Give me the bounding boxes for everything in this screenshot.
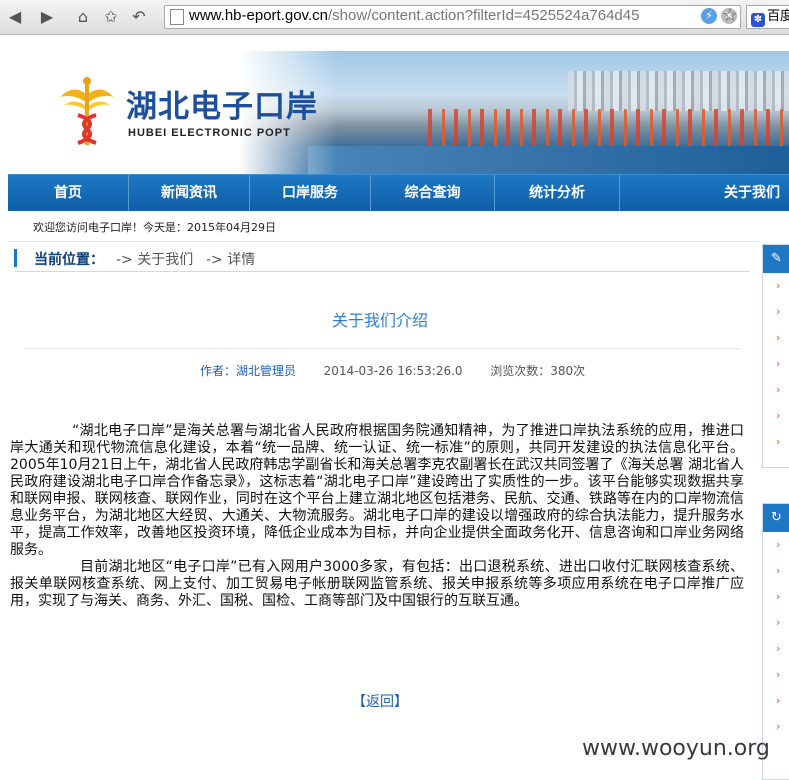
arrow-icon[interactable]: ›: [763, 688, 789, 714]
article-title: 关于我们介绍: [331, 311, 428, 330]
back-link[interactable]: 【返回】: [0, 691, 760, 711]
article-meta: 作者：湖北管理员 2014-03-26 16:53:26.0 浏览次数：380次: [200, 362, 585, 379]
main-nav: 首页 新闻资讯 口岸服务 综合查询 统计分析 关于我们: [8, 174, 789, 211]
home-icon[interactable]: ⌂: [72, 6, 94, 28]
banner-city-skyline: [568, 71, 789, 111]
article-body: “湖北电子口岸”是海关总署与湖北省人民政府根据国务院通知精神，为了推进口岸执法系…: [10, 423, 744, 610]
breadcrumb: 当前位置： -> 关于我们 -> 详情: [14, 247, 750, 272]
arrow-icon[interactable]: ›: [763, 558, 789, 584]
arrow-icon[interactable]: ›: [763, 273, 789, 299]
arrow-icon[interactable]: ›: [763, 610, 789, 636]
nav-item-about[interactable]: 关于我们: [620, 175, 789, 211]
welcome-text: 欢迎您访问电子口岸！今天是：2015年04月29日: [33, 221, 276, 234]
arrow-icon[interactable]: ›: [763, 351, 789, 377]
browser-toolbar: ◀ ▶ ⌂ ✩ ↶ www.hb-eport.gov.cn/show/conte…: [0, 0, 789, 35]
site-title-cn: 湖北电子口岸: [126, 89, 318, 125]
bookmark-star-icon[interactable]: ☆: [722, 5, 738, 26]
page-icon: [170, 9, 184, 25]
nav-item-news[interactable]: 新闻资讯: [129, 175, 250, 211]
back-icon[interactable]: ◀: [4, 6, 26, 28]
undo-icon[interactable]: ↶: [128, 6, 150, 28]
article-paragraph: “湖北电子口岸”是海关总署与湖北省人民政府根据国务院通知精神，为了推进口岸执法系…: [10, 423, 744, 558]
nav-item-home[interactable]: 首页: [8, 175, 129, 211]
arrow-icon[interactable]: ›: [763, 532, 789, 558]
article-views: 浏览次数：380次: [490, 364, 586, 378]
article-date: 2014-03-26 16:53:26.0: [323, 364, 463, 378]
divider: [8, 241, 760, 242]
title-divider: [24, 348, 740, 349]
arrow-icon[interactable]: ›: [763, 636, 789, 662]
site-title-en: HUBEI ELECTRONIC POPT: [128, 127, 291, 139]
arrow-icon[interactable]: ›: [763, 403, 789, 429]
address-url[interactable]: www.hb-eport.gov.cn/show/content.action?…: [189, 7, 639, 24]
article-paragraph: 目前湖北地区“电子口岸”已有入网用户3000多家，有包括：出口退税系统、进出口收…: [10, 559, 744, 609]
nav-item-port-services[interactable]: 口岸服务: [250, 175, 371, 211]
baidu-paw-icon: ✽: [751, 13, 765, 27]
arrow-icon[interactable]: ›: [763, 377, 789, 403]
address-bar[interactable]: www.hb-eport.gov.cn/show/content.action?…: [164, 5, 741, 29]
watermark: www.wooyun.org: [582, 736, 770, 761]
arrow-icon[interactable]: ›: [763, 662, 789, 688]
arrow-icon[interactable]: ›: [763, 325, 789, 351]
arrow-icon[interactable]: ›: [763, 584, 789, 610]
edit-icon[interactable]: ✎: [763, 245, 789, 273]
arrow-icon[interactable]: ›: [763, 299, 789, 325]
breadcrumb-item-about[interactable]: -> 关于我们: [116, 249, 193, 269]
nav-item-statistics[interactable]: 统计分析: [495, 175, 620, 211]
site-banner: 湖北电子口岸 HUBEI ELECTRONIC POPT: [8, 51, 789, 174]
breadcrumb-marker: [14, 249, 17, 267]
banner-water: [308, 146, 789, 174]
forward-icon[interactable]: ▶: [36, 6, 58, 28]
star-bookmark-icon[interactable]: ✩: [100, 6, 122, 28]
arrow-icon[interactable]: ›: [763, 429, 789, 455]
article-author: 作者：湖北管理员: [200, 364, 297, 378]
breadcrumb-item-detail: -> 详情: [206, 252, 256, 268]
search-engine-box[interactable]: ✽ 百度: [746, 5, 789, 29]
breadcrumb-label: 当前位置：: [34, 252, 104, 268]
refresh-icon[interactable]: ↻: [763, 504, 789, 532]
right-panel-top: ✎ › › › › › › ›: [762, 244, 789, 468]
caduceus-logo-icon: [60, 77, 114, 145]
nav-item-query[interactable]: 综合查询: [371, 175, 495, 211]
lightning-icon[interactable]: ⚡: [701, 8, 717, 24]
